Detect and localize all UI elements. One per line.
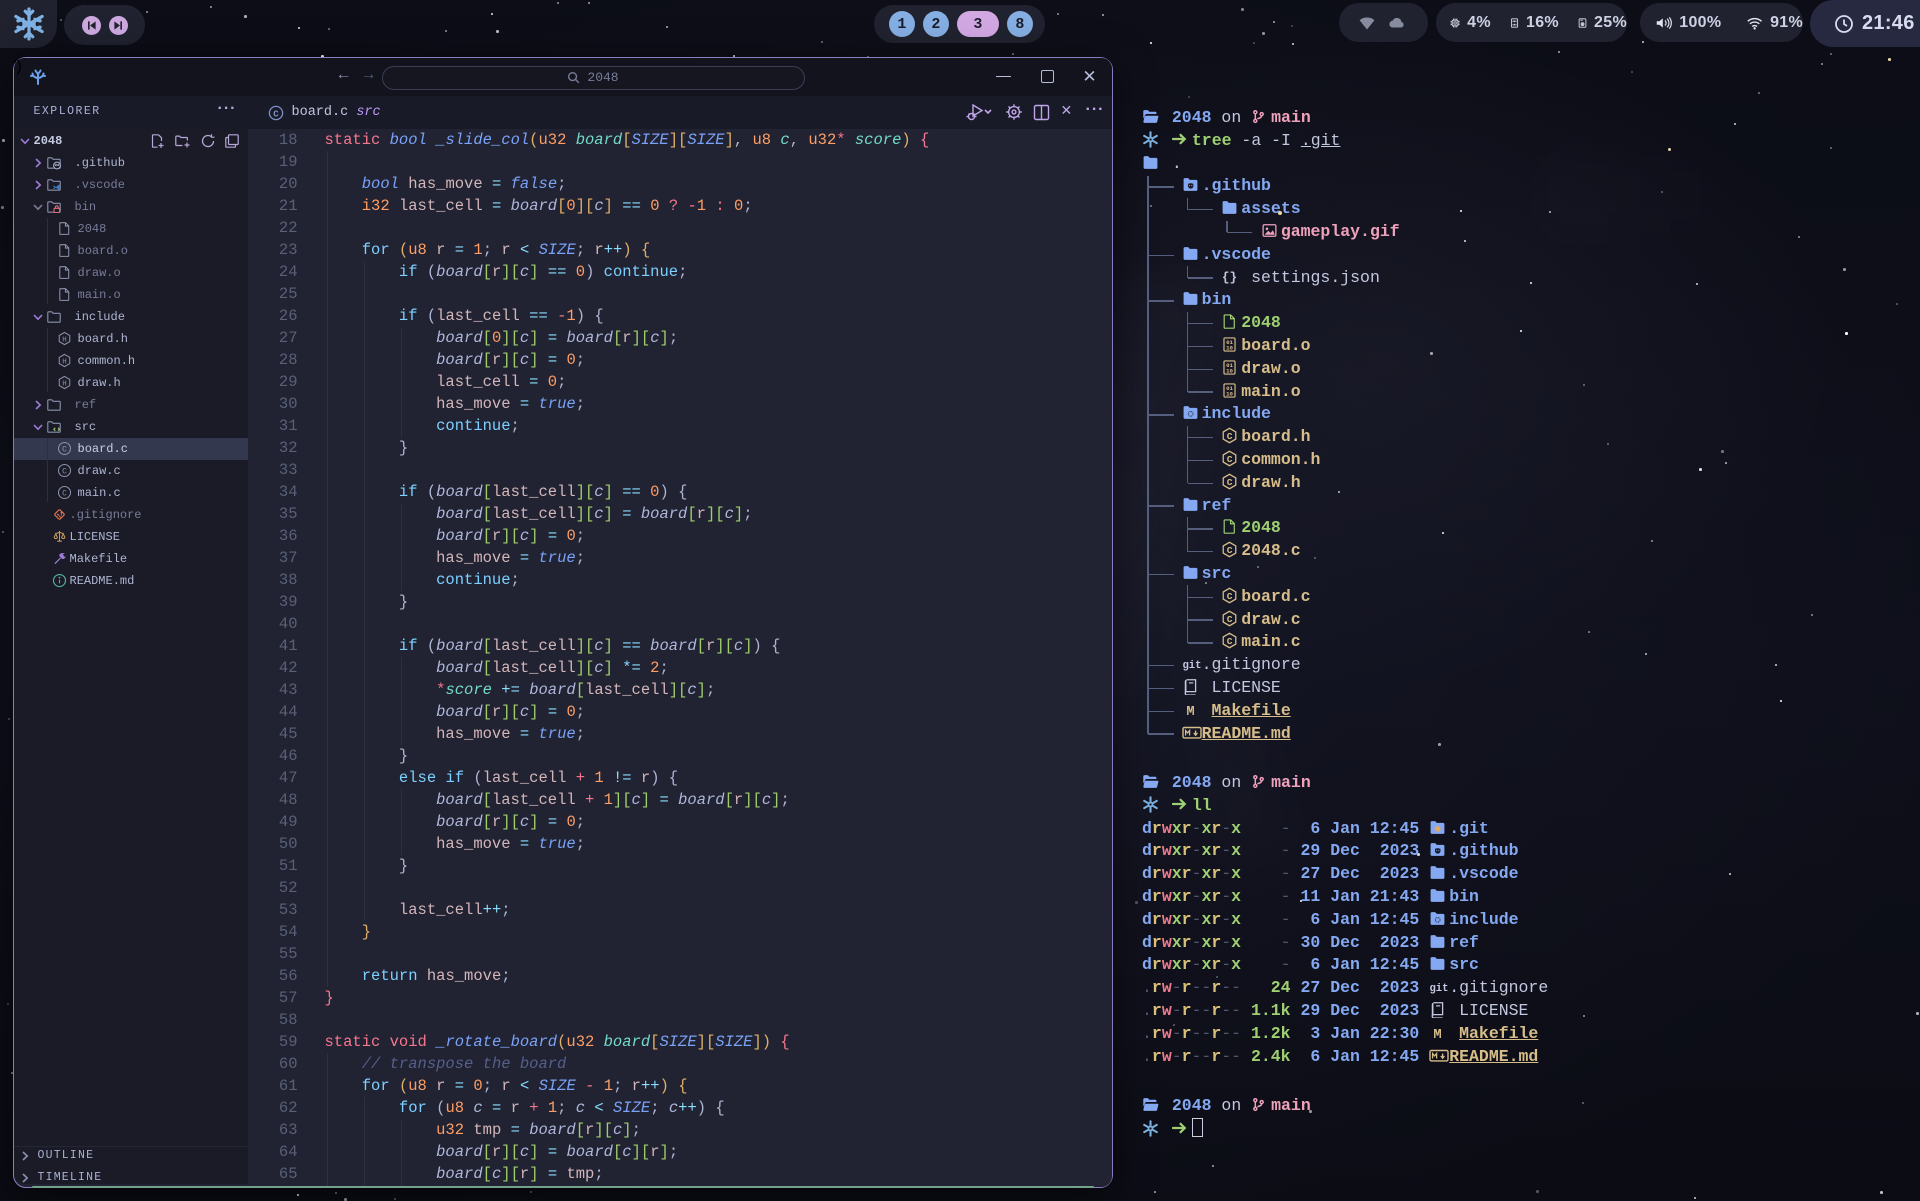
svg-text:H: H	[62, 380, 67, 388]
svg-text:C: C	[62, 490, 67, 499]
svg-text:C: C	[62, 446, 67, 455]
svg-text:H: H	[62, 358, 67, 366]
svg-text:C: C	[62, 468, 67, 477]
svg-text:H: H	[62, 336, 67, 344]
svg-text:C: C	[273, 109, 279, 119]
